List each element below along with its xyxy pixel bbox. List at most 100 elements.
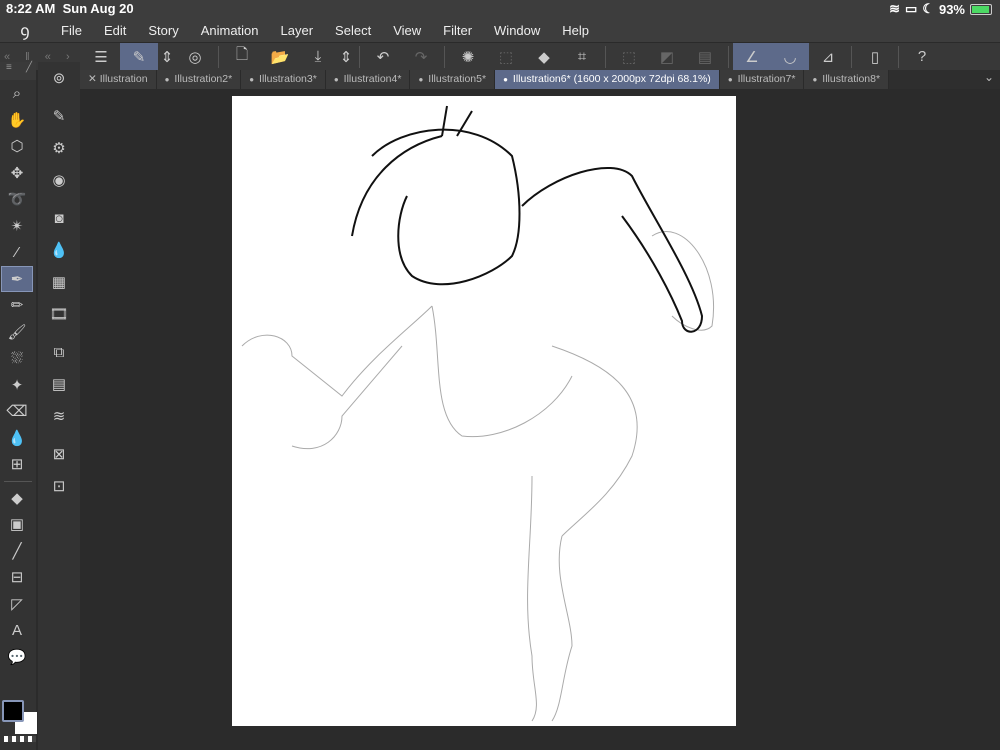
tab-illustration2[interactable]: ● Illustration2*: [156, 70, 242, 89]
line-icon[interactable]: ╱: [1, 538, 33, 565]
chevron-updown-icon[interactable]: ⇕: [158, 43, 176, 71]
sketch-tail: [651, 231, 714, 331]
ruler-icon[interactable]: ◸: [1, 591, 33, 618]
tab-illustration7[interactable]: ● Illustration7*: [719, 70, 805, 89]
magic-wand-icon[interactable]: ✴: [1, 213, 33, 240]
tool-palette-header[interactable]: ≡ ╱: [0, 62, 36, 80]
menu-view[interactable]: View: [382, 23, 432, 38]
chevron-down-icon[interactable]: ⌄: [984, 70, 994, 84]
close-icon[interactable]: ✕: [88, 73, 100, 85]
material-icon[interactable]: ⊠: [38, 438, 80, 470]
tab-label: Illustration7*: [737, 73, 796, 85]
drawing-canvas[interactable]: [232, 96, 736, 726]
decoration-icon[interactable]: ✦: [1, 372, 33, 399]
transform-icon[interactable]: ⌗: [563, 43, 601, 71]
clear-selection-icon[interactable]: ⬚: [487, 43, 525, 71]
brush-icon: ╱: [25, 62, 32, 73]
text-icon[interactable]: A: [1, 617, 33, 644]
menu-story[interactable]: Story: [137, 23, 189, 38]
tab-label: Illustration3*: [259, 73, 317, 85]
menu-layer[interactable]: Layer: [270, 23, 325, 38]
color-swatches[interactable]: [2, 700, 37, 742]
clip-studio-logo-icon[interactable]: ꝯ: [0, 19, 50, 41]
deselect-icon[interactable]: ⬚: [610, 43, 648, 71]
color-set-icon[interactable]: 💧: [38, 234, 80, 266]
transparent-color-swatch[interactable]: [4, 736, 36, 742]
brush-size-icon[interactable]: ◉: [38, 164, 80, 196]
tool-property-icon[interactable]: ⚙: [38, 132, 80, 164]
color-history-icon[interactable]: ▦: [38, 266, 80, 298]
tab-illustration5[interactable]: ● Illustration5*: [410, 70, 496, 89]
companion-mode-icon[interactable]: ▯: [856, 43, 894, 71]
inked-hair: [351, 105, 473, 237]
hand-tool-icon[interactable]: ✋: [1, 107, 33, 134]
menu-window[interactable]: Window: [483, 23, 551, 38]
operation-tool-icon[interactable]: ⬡: [1, 133, 33, 160]
frame-border-icon[interactable]: ⊟: [1, 564, 33, 591]
brush-tool-icon[interactable]: 🖌: [1, 319, 33, 346]
tab-label: Illustration8*: [822, 73, 881, 85]
new-file-icon[interactable]: 🗋: [223, 43, 261, 71]
status-date: Sun Aug 20: [62, 1, 134, 16]
battery-icon: [970, 3, 992, 15]
lasso-icon[interactable]: ➰: [1, 186, 33, 213]
help-icon[interactable]: ?: [903, 43, 941, 71]
invert-selection-icon[interactable]: ◩: [648, 43, 686, 71]
menu-edit[interactable]: Edit: [93, 23, 137, 38]
undo-icon[interactable]: ↶: [364, 43, 402, 71]
timeline-icon[interactable]: 🎞: [38, 298, 80, 330]
blend-icon[interactable]: 💧: [1, 425, 33, 452]
sketch-hip: [551, 345, 638, 537]
inked-arm-raised: [521, 167, 704, 333]
sketch-arm-lower: [291, 345, 403, 450]
pencil-tool-icon[interactable]: ✏: [1, 292, 33, 319]
loading-spinner-icon[interactable]: ✺: [449, 43, 487, 71]
tab-illustration3[interactable]: ● Illustration3*: [241, 70, 326, 89]
moon-icon: ☾: [922, 1, 934, 16]
fill-icon[interactable]: ◆: [525, 43, 563, 71]
move-layer-icon[interactable]: ✥: [1, 160, 33, 187]
tab-label: Illustration: [99, 73, 148, 85]
airbrush-icon[interactable]: ⛆: [1, 345, 33, 372]
tab-illustration8[interactable]: ● Illustration8*: [804, 70, 890, 89]
eraser-icon[interactable]: ⌫: [1, 398, 33, 425]
gradient-icon[interactable]: ▣: [1, 511, 33, 538]
show-selection-icon[interactable]: ▤: [686, 43, 724, 71]
tab-illustration6[interactable]: ● Illustration6* (1600 x 2000px 72dpi 68.…: [495, 70, 720, 89]
navigator-icon[interactable]: ⊚: [38, 62, 80, 94]
save-icon[interactable]: ⤓: [299, 43, 337, 71]
layer-property-icon[interactable]: ⧉: [38, 336, 80, 368]
tab-label: Illustration2*: [174, 73, 233, 85]
clip-studio-icon[interactable]: ◎: [176, 43, 214, 71]
menu-filter[interactable]: Filter: [432, 23, 483, 38]
menu-file[interactable]: File: [50, 23, 93, 38]
layers-icon[interactable]: ≋: [38, 400, 80, 432]
tab-label: Illustration6* (1600 x 2000px 72dpi 68.1…: [512, 73, 711, 85]
chevron-updown-icon[interactable]: ⇕: [337, 43, 355, 71]
mesh-icon[interactable]: ⊞: [1, 451, 33, 478]
color-wheel-icon[interactable]: ◙: [38, 202, 80, 234]
menu-animation[interactable]: Animation: [190, 23, 270, 38]
tab-illustration4[interactable]: ● Illustration4*: [325, 70, 411, 89]
menu-icon[interactable]: ≡: [6, 62, 12, 80]
menu-help[interactable]: Help: [551, 23, 600, 38]
layer-search-icon[interactable]: ▤: [38, 368, 80, 400]
zoom-tool-icon[interactable]: ⌕: [1, 80, 33, 107]
balloon-icon[interactable]: 💬: [1, 644, 33, 671]
hamburger-menu-icon[interactable]: ☰: [82, 43, 120, 71]
panel-collapse-controls[interactable]: « ‖ « ›: [0, 51, 82, 63]
menu-select[interactable]: Select: [324, 23, 382, 38]
tab-illustration[interactable]: ✕ Illustration: [80, 70, 157, 89]
3d-material-icon[interactable]: ⊡: [38, 470, 80, 502]
ruler-snap-icon[interactable]: ∠: [733, 42, 771, 71]
fill-icon[interactable]: ◆: [1, 485, 33, 512]
redo-icon[interactable]: ↷: [402, 43, 440, 71]
sub-tool-icon[interactable]: ✎: [38, 100, 80, 132]
main-color-swatch[interactable]: [2, 700, 24, 722]
open-folder-icon[interactable]: 📂: [261, 43, 299, 71]
simple-mode-icon[interactable]: ✎: [120, 42, 158, 71]
pen-tool-icon[interactable]: ✒: [1, 265, 33, 292]
special-ruler-snap-icon[interactable]: ◡: [771, 42, 809, 71]
grid-snap-icon[interactable]: ⊿: [809, 43, 847, 71]
eyedropper-icon[interactable]: ⁄: [1, 239, 33, 266]
